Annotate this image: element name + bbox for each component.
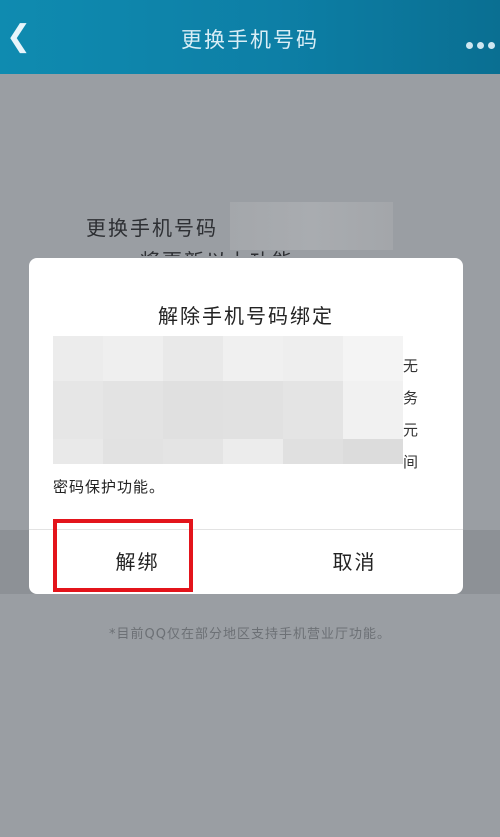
mosaic-cell (283, 336, 343, 381)
mosaic-cell (223, 336, 283, 381)
unbind-dialog: 解除手机号码绑定 无 务 元 间 密码保护功能。 解绑 取消 (29, 258, 463, 594)
background-text-line1: 更换手机号码 (86, 216, 218, 240)
mosaic-cell (103, 439, 163, 464)
mosaic-cell (53, 439, 103, 464)
dialog-title: 解除手机号码绑定 (158, 304, 334, 328)
side-char: 元 (403, 421, 419, 439)
background-redaction-mosaic (230, 202, 393, 250)
cancel-button[interactable]: 取消 (246, 530, 463, 594)
mosaic-cell (103, 336, 163, 381)
mosaic-cell (223, 381, 283, 439)
mosaic-cell (343, 439, 403, 464)
redaction-mosaic (53, 336, 403, 464)
mosaic-cell (53, 381, 103, 439)
side-char: 务 (403, 389, 419, 407)
background-footnote: *目前QQ仅在部分地区支持手机营业厅功能。 (109, 627, 391, 642)
side-char: 无 (403, 357, 419, 375)
mosaic-cell (283, 439, 343, 464)
side-char: 间 (403, 453, 419, 471)
mosaic-cell (343, 336, 403, 381)
mosaic-cell (53, 336, 103, 381)
mosaic-cell (163, 439, 223, 464)
dialog-side-characters: 无 务 元 间 (403, 350, 427, 478)
mosaic-cell (283, 381, 343, 439)
mosaic-cell (163, 336, 223, 381)
mosaic-cell (103, 381, 163, 439)
dialog-body-text: 密码保护功能。 (53, 478, 166, 496)
mosaic-cell (223, 439, 283, 464)
mosaic-cell (343, 381, 403, 439)
unbind-button[interactable]: 解绑 (29, 530, 246, 594)
mosaic-cell (163, 381, 223, 439)
